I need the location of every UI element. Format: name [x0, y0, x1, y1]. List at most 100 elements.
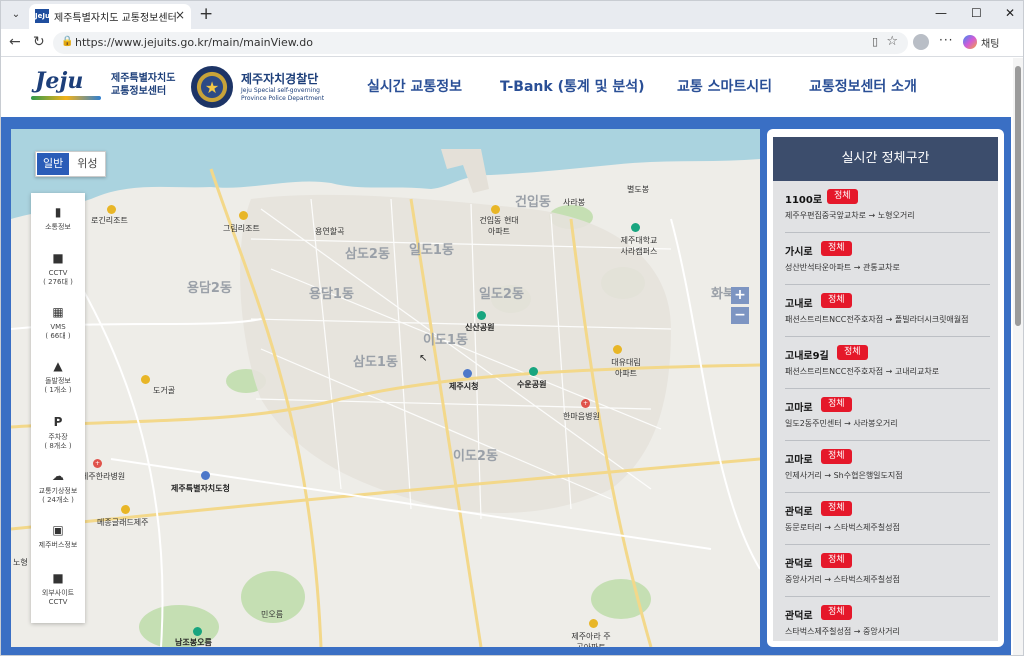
map-poi-icon[interactable]: [239, 211, 248, 220]
layer-traffic-button[interactable]: ▮ 소통정보: [31, 205, 85, 232]
tab-actions-chevron-icon[interactable]: ⌄: [7, 6, 25, 24]
active-tab[interactable]: JeJu 제주특별자치도 교통정보센터 ×: [29, 4, 191, 29]
road-name: 고내로9길: [785, 351, 829, 362]
map-poi-icon[interactable]: [107, 205, 116, 214]
zoom-out-button[interactable]: −: [731, 307, 749, 324]
map-poi-icon[interactable]: [491, 205, 500, 214]
map-poi-icon[interactable]: [121, 505, 130, 514]
congestion-item[interactable]: 관덕로 정체 스타벅스제주칠성점 → 중앙사거리: [785, 597, 990, 641]
map-label-halla-hospital: 제주한라병원: [81, 472, 126, 481]
map-pin-cityhall-icon[interactable]: [463, 369, 472, 378]
traffic-light-icon: ▮: [54, 205, 62, 219]
layer-label: CCTV: [48, 269, 68, 277]
more-options-icon[interactable]: ···: [939, 33, 953, 47]
window-close-icon[interactable]: ✕: [1005, 6, 1015, 20]
traffic-map[interactable]: 로긴리조트 그림리조트 용연할곡 건입동 사라봉 별도봉 건입동 현대아파트 제…: [11, 129, 760, 647]
map-poi-icon[interactable]: [141, 375, 150, 384]
map-label-hanmaum-hospital: 한마음병원: [563, 412, 600, 421]
url-text: https://www.jejuits.go.kr/main/mainView.…: [75, 36, 313, 49]
map-label-grim-resort: 그림리조트: [223, 224, 260, 233]
reader-view-icon[interactable]: ▯: [872, 35, 878, 48]
nav-realtime-traffic[interactable]: 실시간 교통정보: [367, 76, 462, 96]
layer-incident-button[interactable]: ▲ 돌발정보 ( 1개소 ): [31, 359, 85, 395]
profile-avatar[interactable]: [913, 34, 929, 50]
map-pin-park-icon[interactable]: [477, 311, 486, 320]
congestion-item[interactable]: 가시로 정체 성산반석타운아파트 → 관통교차로: [785, 233, 990, 285]
map-label-sarabong: 사라봉: [563, 198, 586, 207]
map-pin-hospital-icon[interactable]: +: [581, 399, 590, 408]
map-type-normal-button[interactable]: 일반: [37, 153, 70, 175]
map-poi-icon[interactable]: [613, 345, 622, 354]
map-poi-icon[interactable]: [631, 223, 640, 232]
road-name: 고내로: [785, 299, 813, 310]
scrollbar-thumb[interactable]: [1015, 66, 1021, 326]
site-info-lock-icon[interactable]: 🔒: [61, 36, 73, 47]
congestion-item[interactable]: 관덕로 정체 동문로터리 → 스타벅스제주칠성점: [785, 493, 990, 545]
congestion-status-badge: 정체: [821, 553, 852, 568]
congestion-item[interactable]: 고내로 정체 패션스트리트NCC전주호자점 → 폴빌라더시크릿애월점: [785, 285, 990, 337]
zoom-in-button[interactable]: +: [731, 287, 749, 304]
external-cctv-icon: ■: [52, 571, 64, 585]
congestion-item[interactable]: 고내로9길 정체 패션스트리트NCC전주호자점 → 고내리교차로: [785, 337, 990, 389]
congestion-item[interactable]: 관덕로 정체 중앙사거리 → 스타벅스제주칠성점: [785, 545, 990, 597]
map-label-geonip: 건입동: [515, 195, 551, 210]
congestion-item[interactable]: 고마로 정체 인제사거리 → Sh수협은행일도지점: [785, 441, 990, 493]
police-sub-line1: Jeju Special self-governing: [241, 87, 320, 94]
map-label-namjobong: 남조봉오름: [175, 638, 212, 647]
warning-icon: ▲: [53, 359, 63, 373]
congestion-status-badge: 정체: [821, 449, 852, 464]
favorite-star-icon[interactable]: ☆: [886, 34, 898, 49]
minimize-icon[interactable]: —: [935, 6, 947, 20]
layer-vms-button[interactable]: ▦ VMS ( 66대 ): [31, 305, 85, 341]
congestion-item[interactable]: 고마로 정체 일도2동주민센터 → 사라봉오거리: [785, 389, 990, 441]
police-subtitle: Jeju Special self-governing Province Pol…: [241, 87, 324, 103]
back-arrow-icon[interactable]: ←: [9, 34, 21, 50]
chat-button[interactable]: 채팅: [981, 35, 999, 50]
layer-cctv-button[interactable]: ■ CCTV ( 276대 ): [31, 251, 85, 287]
main-content: 로긴리조트 그림리조트 용연할곡 건입동 사라봉 별도봉 건입동 현대아파트 제…: [1, 117, 1011, 655]
refresh-icon[interactable]: ↻: [33, 34, 45, 50]
tab-bar: ⌄ JeJu 제주특별자치도 교통정보센터 × + — ☐ ✕: [1, 1, 1023, 29]
map-label-ara-apt: 제주아라 주공아파트: [571, 632, 611, 647]
map-label-yongdam2: 용담2동: [187, 281, 232, 296]
congestion-status-badge: 정체: [827, 189, 858, 204]
layer-label: 외부사이트: [41, 589, 75, 597]
congestion-list[interactable]: 1100로 정체 제주우편집중국앞교차로 → 노형오거리 가시로 정체 성산반석타운아파트…: [773, 181, 998, 641]
road-route: 중앙사거리 → 스타벅스제주칠성점: [785, 575, 900, 584]
layer-parking-button[interactable]: P 주차장 ( 8개소 ): [31, 415, 85, 451]
site-header: Jeju 제주특별자치도 교통정보센터 ★ 제주자치경찰단 Jeju Speci…: [1, 58, 1011, 116]
map-base-graphics: [11, 129, 760, 647]
parking-icon: P: [53, 415, 63, 429]
copilot-icon[interactable]: [963, 35, 977, 49]
layer-external-cctv-button[interactable]: ■ 외부사이트 CCTV: [31, 571, 85, 607]
congestion-status-badge: 정체: [821, 241, 852, 256]
url-field[interactable]: 🔒 https://www.jejuits.go.kr/main/mainVie…: [53, 32, 908, 54]
layer-label: 소통정보: [45, 223, 71, 231]
layer-weather-button[interactable]: ☁ 교통기상정보 ( 24개소 ): [31, 469, 85, 505]
congestion-item[interactable]: 1100로 정체 제주우편집중국앞교차로 → 노형오거리: [785, 181, 990, 233]
congestion-status-badge: 정체: [821, 293, 852, 308]
map-type-satellite-button[interactable]: 위성: [71, 153, 103, 175]
road-name: 고마로: [785, 455, 813, 466]
map-pin-mountain-icon[interactable]: [193, 627, 202, 636]
layer-count: ( 1개소 ): [44, 386, 72, 394]
map-pin-province-office-icon[interactable]: [201, 471, 210, 480]
page-scrollbar[interactable]: [1013, 58, 1023, 655]
weather-car-icon: ☁: [52, 469, 64, 483]
jeju-logo[interactable]: Jeju: [31, 68, 103, 102]
tab-close-icon[interactable]: ×: [175, 8, 185, 22]
map-pin-halla-hospital-icon[interactable]: +: [93, 459, 102, 468]
nav-smart-city[interactable]: 교통 스마트시티: [677, 76, 772, 96]
new-tab-icon[interactable]: +: [199, 4, 213, 24]
map-poi-icon[interactable]: [589, 619, 598, 628]
layer-bus-button[interactable]: ▣ 제주버스정보: [31, 523, 85, 550]
maximize-icon[interactable]: ☐: [971, 6, 982, 20]
layer-count: ( 276대 ): [43, 278, 73, 286]
nav-tbank[interactable]: T-Bank (통계 및 분석): [500, 76, 645, 96]
nav-center-intro[interactable]: 교통정보센터 소개: [809, 76, 917, 96]
police-emblem-icon[interactable]: ★: [191, 66, 233, 108]
map-type-toggle: 일반 위성: [35, 151, 106, 177]
map-pin-suun-park-icon[interactable]: [529, 367, 538, 376]
map-label-login-resort: 로긴리조트: [91, 216, 128, 225]
congestion-panel-title: 실시간 정체구간: [773, 137, 998, 181]
